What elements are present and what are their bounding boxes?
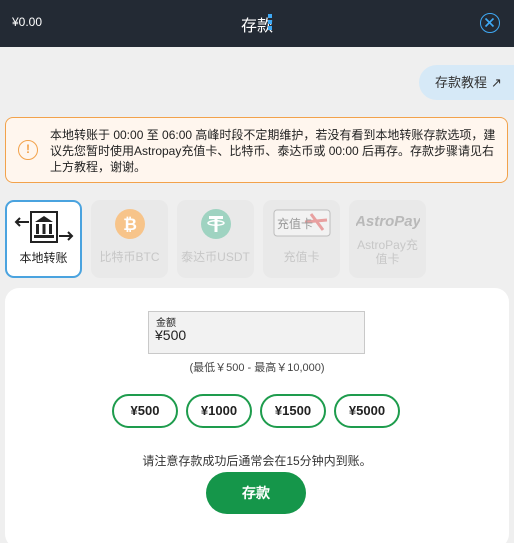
method-label: 比特币BTC <box>99 250 160 264</box>
external-link-icon: ↗ <box>491 75 502 90</box>
amount-input[interactable] <box>155 327 355 343</box>
bitcoin-icon: ₿ <box>114 209 145 239</box>
method-label: AstroPay充值卡 <box>357 238 418 266</box>
bank-transfer-icon <box>14 211 73 243</box>
quick-amount-button[interactable]: ¥500 <box>112 394 178 428</box>
close-icon <box>484 17 495 28</box>
notice-text: 本地转账于 00:00 至 06:00 高峰时段不定期维护，若没有看到本地转账存… <box>50 128 496 174</box>
method-label: 泰达币USDT <box>181 250 250 264</box>
method-bitcoin[interactable]: ₿ 比特币BTC <box>91 200 168 278</box>
amount-range-text: (最低￥500 - 最高￥10,000) <box>189 362 325 374</box>
quick-amount-button[interactable]: ¥1500 <box>260 394 326 428</box>
arrival-hint: 请注意存款成功后通常会在15分钟内到账。 <box>142 454 372 468</box>
method-astropay[interactable]: AstroPay AstroPay充值卡 <box>349 200 426 278</box>
deposit-tutorial-label: 存款教程 <box>435 75 488 90</box>
deposit-submit-button[interactable]: 存款 <box>206 472 306 514</box>
maintenance-notice: ! 本地转账于 00:00 至 06:00 高峰时段不定期维护，若没有看到本地转… <box>5 117 508 183</box>
tether-icon <box>200 209 231 239</box>
quick-amount-button[interactable]: ¥5000 <box>334 394 400 428</box>
method-tether[interactable]: 泰达币USDT <box>177 200 254 278</box>
method-label: 本地转账 <box>19 251 68 265</box>
page-title: 存款 <box>240 18 273 35</box>
quick-amount-button[interactable]: ¥1000 <box>186 394 252 428</box>
recharge-card-icon: 充值卡 <box>273 209 330 237</box>
amount-field[interactable]: 金额 <box>148 311 365 354</box>
method-recharge-card[interactable]: 充值卡 充值卡 <box>263 200 340 278</box>
astropay-icon: AstroPay <box>356 213 420 230</box>
recharge-card-logo-text: 充值卡 <box>277 216 313 231</box>
close-button[interactable] <box>480 13 500 33</box>
method-local-transfer[interactable]: 本地转账 <box>5 200 82 278</box>
warning-icon: ! <box>18 140 38 160</box>
more-menu-icon[interactable] <box>268 14 272 31</box>
deposit-form-panel: 金额 (最低￥500 - 最高￥10,000) ¥500 ¥1000 ¥1500… <box>5 288 509 543</box>
svg-text:₿: ₿ <box>123 215 137 234</box>
deposit-tutorial-button[interactable]: 存款教程 ↗ <box>419 65 514 100</box>
astropay-logo-text: AstroPay <box>356 213 420 230</box>
method-label: 充值卡 <box>283 250 320 264</box>
header-bar: ¥0.00 存款 <box>0 0 514 47</box>
